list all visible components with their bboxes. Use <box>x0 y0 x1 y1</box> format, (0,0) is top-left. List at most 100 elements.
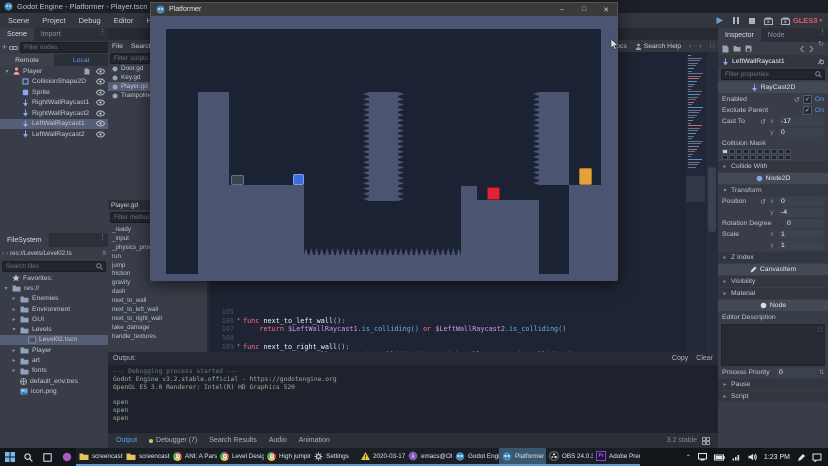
taskbar-app-platformer[interactable]: Platformer <box>499 448 546 466</box>
editor-description-box[interactable]: ∷ <box>721 324 825 366</box>
game-viewport[interactable] <box>151 16 617 281</box>
visibility-eye-icon[interactable] <box>96 78 105 85</box>
script-icon[interactable] <box>84 68 90 75</box>
property-editor-description[interactable]: Editor Description <box>718 312 828 323</box>
menu-editor[interactable]: Editor <box>114 16 134 25</box>
distraction-free-icon[interactable]: ∷ <box>710 42 714 50</box>
display-icon[interactable] <box>698 453 707 461</box>
property-group-collide-with[interactable]: ▸Collide With <box>718 161 828 172</box>
fs-item-art[interactable]: ▸art <box>0 355 108 365</box>
instance-scene-icon[interactable] <box>9 44 18 52</box>
inspector-back-icon[interactable]: ‹ <box>799 40 804 58</box>
fs-item-environment[interactable]: ▸Environment <box>0 304 108 314</box>
bottom-tab-debugger[interactable]: Debugger (7) <box>149 437 197 444</box>
copy-button[interactable]: Copy <box>672 355 688 362</box>
scrollbar-thumb[interactable] <box>708 167 716 232</box>
network-icon[interactable] <box>732 454 741 461</box>
close-button[interactable]: ✕ <box>595 3 617 16</box>
mask-cell[interactable] <box>736 155 742 160</box>
update-spinner-icon[interactable] <box>702 437 710 445</box>
taskbar-app-ant--a-pars---[interactable]: ANt: A Pars... <box>170 448 217 466</box>
fs-menu-icon[interactable]: ≡ <box>102 250 106 257</box>
tree-caret-icon[interactable]: ▾ <box>3 285 9 292</box>
script-forward-icon[interactable]: › <box>699 43 701 50</box>
mask-cell[interactable] <box>729 149 735 154</box>
search-help-button[interactable]: Search Help <box>635 43 681 50</box>
taskbar-app-level-design---[interactable]: Level Design... <box>217 448 264 466</box>
mask-cell[interactable] <box>743 149 749 154</box>
method-item-handle_textures[interactable]: handle_textures <box>108 332 207 341</box>
save-resource-icon[interactable] <box>745 45 752 52</box>
mask-cell[interactable] <box>778 149 784 154</box>
task-view-icon[interactable] <box>38 448 57 466</box>
taskbar-app-adobe-prem---[interactable]: PrAdobe Prem... <box>593 448 640 466</box>
mask-cell[interactable] <box>722 155 728 160</box>
group-caret-icon[interactable]: ▸ <box>722 254 728 261</box>
scene-node-sprite[interactable]: Sprite <box>0 87 108 98</box>
fs-item-fonts[interactable]: ▸fonts <box>0 366 108 376</box>
inspector-forward-icon[interactable]: › <box>809 40 814 58</box>
visibility-eye-icon[interactable] <box>96 89 105 96</box>
mask-cell[interactable] <box>743 155 749 160</box>
property-rotation-degree[interactable]: Rotation Degree0 <box>718 218 828 229</box>
game-window-titlebar[interactable]: Platformer – □ ✕ <box>151 3 617 16</box>
revert-icon[interactable]: ↺ <box>794 96 800 104</box>
property-group-z-index[interactable]: ▸Z Index <box>718 252 828 263</box>
tree-caret-icon[interactable]: ▸ <box>11 316 17 323</box>
property-group-material[interactable]: ▸Material <box>718 288 828 299</box>
windows-ink-icon[interactable] <box>797 453 805 462</box>
value-field[interactable]: -17 <box>778 117 824 126</box>
tab-filesystem[interactable]: FileSystem <box>0 233 49 247</box>
new-resource-icon[interactable] <box>722 45 729 53</box>
method-item-next_to_right_wall[interactable]: next_to_right_wall <box>108 314 207 323</box>
battery-icon[interactable] <box>714 454 725 461</box>
mask-cell[interactable] <box>778 155 784 160</box>
clear-button[interactable]: Clear <box>696 355 713 362</box>
tab-import[interactable]: Import <box>34 28 68 41</box>
history-back-icon[interactable]: ‹ <box>2 250 4 257</box>
mask-cell[interactable] <box>757 149 763 154</box>
tray-expand-icon[interactable]: ⌃ <box>686 454 691 461</box>
stepper-icon[interactable]: ⇅ <box>819 369 824 376</box>
bottom-tab-audio[interactable]: Audio <box>269 437 287 444</box>
clock[interactable]: 1:23 PM <box>764 454 790 461</box>
scene-node-player[interactable]: ▾Player <box>0 66 108 77</box>
panel-menu-icon[interactable]: ⋮ <box>99 28 108 41</box>
filter-nodes-input[interactable] <box>23 44 113 51</box>
visibility-eye-icon[interactable] <box>96 110 105 117</box>
scene-node-collisionshape2d[interactable]: CollisionShape2D <box>0 77 108 88</box>
start-button[interactable] <box>0 448 19 466</box>
visibility-eye-icon[interactable] <box>96 120 105 127</box>
menu-scene[interactable]: Scene <box>8 16 29 25</box>
tree-caret-icon[interactable]: ▾ <box>4 68 10 75</box>
extra-options-icon[interactable] <box>817 58 824 65</box>
mask-cell[interactable] <box>771 149 777 154</box>
fs-item-favorites-[interactable]: Favorites: <box>0 273 108 283</box>
property-group-script[interactable]: ▸Script <box>718 391 828 402</box>
history-forward-icon[interactable]: › <box>6 250 8 257</box>
property-group-transform[interactable]: ▾Transform <box>718 185 828 196</box>
search-files-input[interactable] <box>5 263 96 270</box>
fs-item-player[interactable]: ▸Player <box>0 345 108 355</box>
tab-scene[interactable]: Scene <box>0 28 34 41</box>
taskbar-app-2020-03-17----[interactable]: 2020-03-17 ... <box>358 448 405 466</box>
value-field[interactable]: 1 <box>778 241 824 250</box>
visibility-eye-icon[interactable] <box>96 68 105 75</box>
value-field[interactable]: 0 <box>776 368 816 377</box>
tab-inspector[interactable]: Inspector <box>718 28 761 42</box>
code-scrollbar[interactable] <box>706 52 718 361</box>
property-y[interactable]: y1 <box>718 240 828 251</box>
group-caret-icon[interactable]: ▸ <box>722 278 728 285</box>
bottom-tab-output[interactable]: Output <box>116 437 137 444</box>
tree-caret-icon[interactable]: ▾ <box>11 326 17 333</box>
property-cast-to[interactable]: Cast To↺x-17 <box>718 116 828 127</box>
collision-mask-grid[interactable] <box>718 149 828 160</box>
filter-properties-input[interactable] <box>724 71 815 78</box>
mask-cell[interactable] <box>785 155 791 160</box>
taskbar-app-emacs-oes---[interactable]: λemacs@OES... <box>405 448 452 466</box>
group-caret-icon[interactable]: ▸ <box>722 163 728 170</box>
scene-node-leftwallraycast2[interactable]: LeftWallRaycast2 <box>0 129 108 140</box>
taskbar-app-godot-engin---[interactable]: Godot Engin... <box>452 448 499 466</box>
pause-icon[interactable] <box>732 16 740 25</box>
taskbar-app-screencasts[interactable]: screencasts <box>123 448 170 466</box>
